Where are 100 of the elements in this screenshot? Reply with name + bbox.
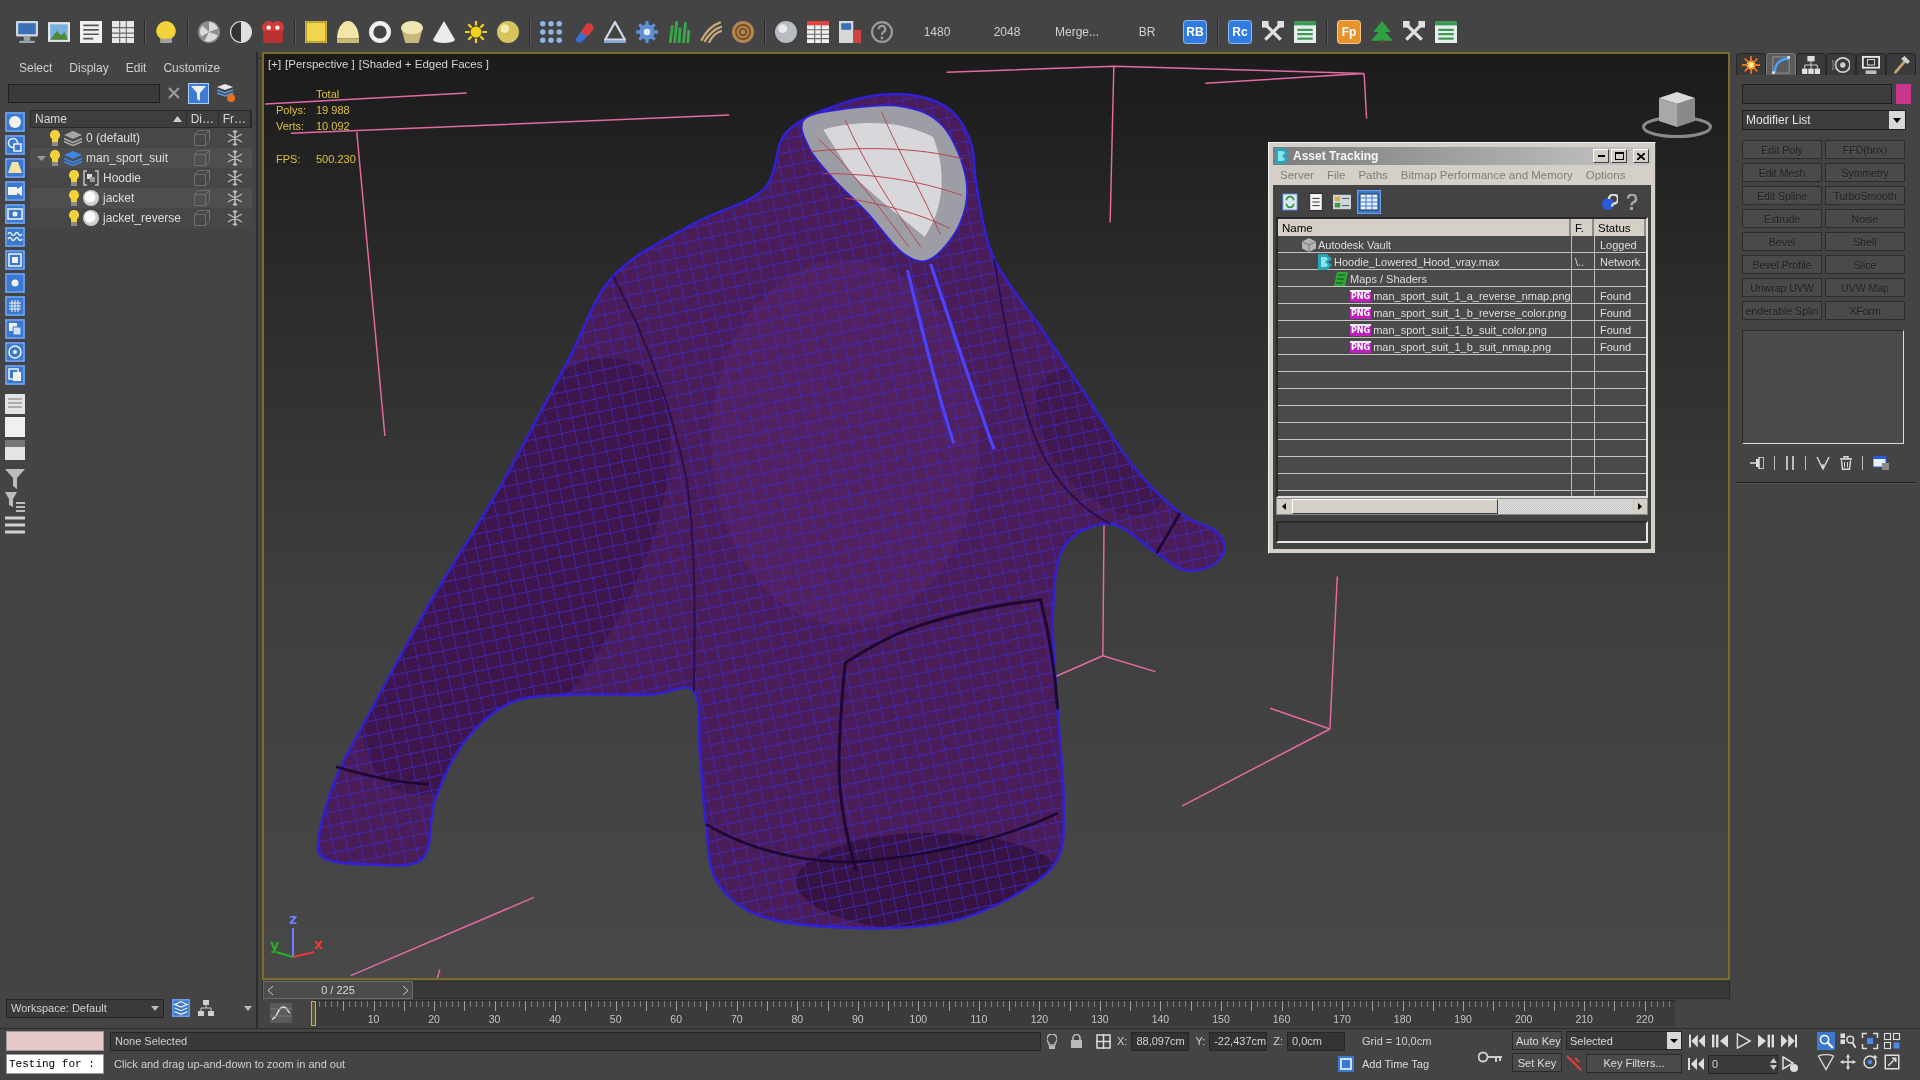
target-icon[interactable] xyxy=(5,342,25,362)
pipes-icon[interactable] xyxy=(1785,456,1795,470)
list-icon[interactable] xyxy=(1307,193,1325,211)
help-globe-icon[interactable] xyxy=(1602,194,1618,210)
shapes-icon[interactable] xyxy=(5,135,25,155)
view-cube-icon[interactable] xyxy=(1642,90,1712,138)
toolbar-button[interactable]: 2048 xyxy=(973,22,1041,42)
half-circle-icon[interactable] xyxy=(230,21,252,43)
current-frame-marker[interactable] xyxy=(311,1001,316,1026)
reel-icon[interactable] xyxy=(262,21,284,43)
viewport-menu[interactable]: [Perspective ] xyxy=(285,58,355,70)
asset-name[interactable]: man_sport_suit_1_b_suit_color.png xyxy=(1373,323,1547,336)
lock-icon[interactable] xyxy=(1071,1034,1082,1048)
scrollbar-thumb[interactable] xyxy=(1292,499,1498,514)
toolbar-button[interactable]: Merge... xyxy=(1043,22,1111,42)
minimize-button[interactable] xyxy=(1593,149,1609,163)
tree-item[interactable]: 0 (default) xyxy=(86,131,141,145)
coordinate-field[interactable]: 88,097cm xyxy=(1131,1031,1190,1051)
panel-tab[interactable] xyxy=(1736,53,1766,75)
crossed-tools-icon[interactable] xyxy=(1403,21,1425,43)
strands-icon[interactable] xyxy=(700,21,722,43)
listener-input-field[interactable]: Testing for : xyxy=(6,1054,104,1074)
menu-item[interactable]: Select xyxy=(12,59,60,77)
layers-icon[interactable] xyxy=(217,84,235,102)
sphere-icon[interactable] xyxy=(5,112,25,132)
page-icon[interactable] xyxy=(5,440,25,460)
coordinate-field[interactable]: -22,437cm xyxy=(1209,1031,1268,1051)
step-forward-icon[interactable] xyxy=(1757,1033,1775,1049)
sphere-icon[interactable] xyxy=(497,21,519,43)
wave-icon[interactable] xyxy=(5,227,25,247)
fan-icon[interactable] xyxy=(198,21,220,43)
time-slider-thumb[interactable]: 0 / 225 xyxy=(263,981,413,999)
windows-icon[interactable] xyxy=(1873,456,1889,470)
auto-key-button[interactable]: Auto Key xyxy=(1512,1031,1562,1050)
chevron-right-icon[interactable] xyxy=(403,985,408,995)
asset-name[interactable]: Maps / Shaders xyxy=(1350,272,1428,285)
step-back-icon[interactable] xyxy=(1711,1033,1729,1049)
ring-icon[interactable] xyxy=(369,21,391,43)
skip-start-icon[interactable] xyxy=(1688,1057,1704,1071)
dome-icon[interactable] xyxy=(337,21,359,43)
track-bar[interactable]: 10 20 30 40 50 60 70 80 90 100 110 120 130 140 150 160 170 180 190 200 210 220 xyxy=(313,1000,1675,1026)
document-icon[interactable] xyxy=(80,21,102,43)
funnel-icon[interactable] xyxy=(5,469,25,489)
skip-end-icon[interactable] xyxy=(1780,1033,1798,1049)
gear-icon[interactable] xyxy=(636,21,658,43)
square-icon[interactable] xyxy=(1338,1056,1354,1072)
frame-field[interactable]: 0 xyxy=(1708,1054,1778,1074)
grass-icon[interactable] xyxy=(668,21,690,43)
search-field[interactable] xyxy=(8,83,160,103)
list-window-icon[interactable] xyxy=(1435,21,1457,43)
script-button[interactable]: RB xyxy=(1183,20,1207,44)
field-of-view-icon[interactable] xyxy=(1817,1053,1835,1071)
trash-icon[interactable] xyxy=(1840,456,1852,470)
dot-icon[interactable] xyxy=(5,273,25,293)
expand-arrow-icon[interactable] xyxy=(36,155,46,161)
bulb-icon[interactable] xyxy=(50,130,60,146)
orbit-icon[interactable] xyxy=(1861,1053,1879,1071)
menu-item[interactable]: Customize xyxy=(156,59,228,77)
coordinate-field[interactable]: 0,0cm xyxy=(1287,1031,1345,1051)
key-icon[interactable] xyxy=(1478,1051,1502,1063)
list-window-icon[interactable] xyxy=(1294,21,1316,43)
bulb-icon[interactable] xyxy=(50,150,60,166)
bowl-icon[interactable] xyxy=(401,21,423,43)
close-button[interactable] xyxy=(1633,149,1649,163)
zoom-icon[interactable] xyxy=(1817,1032,1835,1050)
refresh-icon[interactable] xyxy=(1281,193,1299,211)
object-name-field[interactable] xyxy=(1742,84,1892,104)
viewport-menu[interactable]: [Shaded + Edged Faces ] xyxy=(358,58,489,70)
key-mode-dropdown[interactable]: Selected xyxy=(1566,1031,1682,1050)
extents-all-icon[interactable] xyxy=(1883,1032,1901,1050)
bars-icon[interactable] xyxy=(5,515,25,535)
script-button[interactable]: Rc xyxy=(1228,20,1252,44)
maximize-button[interactable] xyxy=(1611,149,1627,163)
toolbar-button[interactable]: 1480 xyxy=(903,22,971,42)
bulb-icon[interactable] xyxy=(155,21,177,43)
filter-button[interactable] xyxy=(188,82,209,104)
table-icon[interactable] xyxy=(112,21,134,43)
rings-icon[interactable] xyxy=(732,21,754,43)
caret-icon[interactable] xyxy=(244,1005,252,1011)
frame-icon[interactable] xyxy=(5,250,25,270)
viewport-menu[interactable]: [+] xyxy=(268,58,282,70)
fork-icon[interactable] xyxy=(1816,456,1830,470)
tree-item[interactable]: Hoodie xyxy=(103,171,142,185)
zoom-all-icon[interactable] xyxy=(1839,1032,1857,1050)
copy-icon[interactable] xyxy=(5,365,25,385)
maximize-icon[interactable] xyxy=(1883,1053,1901,1071)
tree-item[interactable]: jacket xyxy=(103,191,135,205)
time-slider-track[interactable]: 0 / 225 xyxy=(262,981,1730,999)
panel-tab[interactable] xyxy=(1796,53,1826,75)
asset-name[interactable]: Hoodie_Lowered_Hood_vray.max xyxy=(1334,255,1500,268)
dots-icon[interactable] xyxy=(540,21,562,43)
panel-tab[interactable] xyxy=(1886,53,1916,75)
triangle-icon[interactable] xyxy=(604,21,626,43)
question-icon[interactable] xyxy=(1626,194,1638,210)
horizontal-scrollbar[interactable] xyxy=(1276,498,1648,515)
monitor-icon[interactable] xyxy=(16,21,38,43)
tree-icon[interactable] xyxy=(1371,21,1393,43)
thumbnails-icon[interactable] xyxy=(1333,193,1351,211)
stack-icon[interactable] xyxy=(5,319,25,339)
sphere-icon[interactable] xyxy=(775,21,797,43)
